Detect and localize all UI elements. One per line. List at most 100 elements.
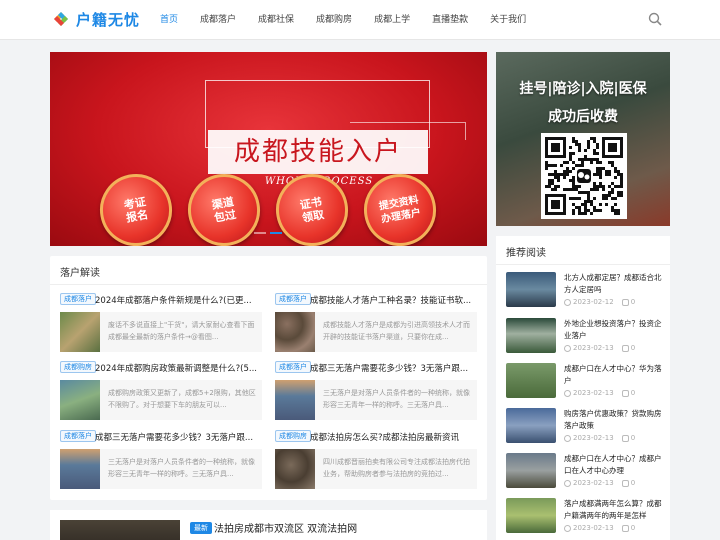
comment-count: 0	[630, 524, 636, 532]
comment-icon	[621, 298, 629, 306]
article-title[interactable]: 成都法拍房怎么买?成都法拍房最新资讯	[310, 431, 488, 443]
comment-count: 0	[630, 479, 636, 487]
article-date: 2023-02-13	[573, 344, 614, 352]
latest-article[interactable]: 最新 法拍房成都市双流区 双流法拍网	[50, 510, 487, 540]
ad-line: 成功后收费	[548, 109, 618, 125]
category-tag[interactable]: 成都购房	[60, 361, 96, 373]
article-excerpt: 三无落户是对落户人员条件者的一种统称，就像形容三无青年一样的称呼。三无落户具..…	[108, 458, 255, 478]
article-thumbnail[interactable]	[60, 380, 100, 420]
article-excerpt: 成都购房政策又更新了，成都5+2限购，其他区不限购了。对于想要下车的朋友可以..…	[108, 389, 256, 409]
article-meta: 2023-02-12 0	[564, 298, 635, 306]
article-title[interactable]: 法拍房成都市双流区 双流法拍网	[214, 520, 357, 535]
comment-icon	[621, 524, 629, 532]
clock-icon	[564, 434, 571, 442]
article-title[interactable]: 成都技能人才落户工种名录？技能证书软...	[310, 294, 488, 306]
clock-icon	[564, 524, 571, 532]
article-thumbnail[interactable]	[275, 449, 315, 489]
clock-icon	[564, 479, 571, 487]
article-title[interactable]: 成都户口在人才中心？成都户口在人才中心办理	[564, 453, 662, 477]
nav-chengdu-school[interactable]: 成都上学	[374, 0, 410, 40]
clock-icon	[564, 298, 571, 306]
divider	[496, 264, 670, 265]
article-excerpt: 四川成都晋丽拍卖有限公司专注成都法拍房代拍业务，帮助购房者参与法拍房的竞拍过..…	[323, 458, 470, 478]
article-excerpt: 三无落户是对落户人员条件者的一种统称，就像形容三无青年一样的称呼。三无落户具..…	[323, 389, 470, 409]
section-title: 推荐阅读	[506, 248, 546, 259]
clock-icon	[564, 389, 571, 397]
category-tag[interactable]: 成都落户	[60, 293, 96, 305]
nav-about[interactable]: 关于我们	[490, 0, 526, 40]
category-tag[interactable]: 成都落户	[60, 430, 96, 442]
article-meta: 2023-02-13 0	[564, 389, 635, 397]
article-title[interactable]: 成都三无落户需要花多少钱？3无落户跟...	[95, 431, 273, 443]
comment-count: 0	[630, 434, 636, 442]
ad-line: 挂号|陪诊|入院|医保	[519, 81, 647, 97]
logo-text: 户籍无忧	[76, 10, 141, 29]
article-meta: 2023-02-13 0	[564, 479, 635, 487]
comment-icon	[621, 389, 629, 397]
article-thumbnail[interactable]	[275, 380, 315, 420]
site-logo[interactable]: 户籍无忧	[50, 8, 140, 30]
step-label: 提交资料 办理落户	[378, 194, 422, 226]
article-thumbnail[interactable]	[506, 408, 556, 443]
article-title[interactable]: 成都三无落户需要花多少钱？3无落户跟...	[310, 362, 488, 374]
article-thumbnail[interactable]	[506, 453, 556, 488]
article-thumbnail[interactable]	[506, 272, 556, 307]
article-thumbnail[interactable]	[506, 498, 556, 533]
article-excerpt: 成都技能人才落户是成都为引进高领技术人才而开辟的技能证书落户渠道，只要你在成..…	[323, 321, 470, 341]
article-title[interactable]: 成都户口在人才中心？华为落户	[564, 363, 662, 387]
site-header: 户籍无忧 首页 成都落户 成都社保 成都购房 成都上学 直播垫款 关于我们	[0, 0, 720, 40]
divider	[50, 284, 487, 285]
hero-banner[interactable]: 成都技能入户 WHOLE PROCESS 考证 报名 渠道 包过 证书 领取 提…	[50, 52, 487, 246]
nav-chengdu-hukou[interactable]: 成都落户	[200, 0, 236, 40]
section-title: 落户解读	[60, 268, 100, 279]
nav-home[interactable]: 首页	[160, 0, 178, 40]
banner-title: 成都技能入户	[208, 130, 428, 174]
comment-count: 0	[630, 344, 636, 352]
article-thumbnail[interactable]	[275, 312, 315, 352]
article-date: 2023-02-12	[573, 298, 614, 306]
carousel-dot[interactable]	[270, 232, 282, 234]
comment-icon	[621, 479, 629, 487]
new-badge: 最新	[190, 522, 212, 534]
article-excerpt: 废话不多说直接上"干货"，请大家耐心查看下面成都最全最新的落户条件→@看图...	[108, 321, 255, 341]
article-meta: 2023-02-13 0	[564, 434, 635, 442]
article-title[interactable]: 落户成都满两年怎么算？成都户籍满两年的两年是怎样	[564, 498, 662, 522]
nav-chengdu-housing[interactable]: 成都购房	[316, 0, 352, 40]
banner-line	[350, 122, 465, 123]
carousel-dot[interactable]	[254, 232, 266, 234]
category-tag[interactable]: 成都落户	[275, 361, 311, 373]
article-thumbnail[interactable]	[60, 520, 180, 540]
article-thumbnail[interactable]	[60, 312, 100, 352]
nav-loan[interactable]: 直播垫款	[432, 0, 468, 40]
article-meta: 2023-02-13 0	[564, 344, 635, 352]
nav-chengdu-social-security[interactable]: 成都社保	[258, 0, 294, 40]
banner-step: 考证 报名	[94, 168, 178, 246]
qr-code	[541, 133, 627, 219]
article-title[interactable]: 北方人成都定居？成都适合北方人定居吗	[564, 272, 662, 296]
main-nav: 首页 成都落户 成都社保 成都购房 成都上学 直播垫款 关于我们	[160, 0, 548, 40]
article-title[interactable]: 外地企业想投资落户？投资企业落户	[564, 318, 662, 342]
step-label: 考证 报名	[122, 195, 150, 225]
category-tag[interactable]: 成都落户	[275, 293, 311, 305]
article-title[interactable]: 购房落户优惠政策？贷款购房落户政策	[564, 408, 662, 432]
comment-icon	[621, 344, 629, 352]
article-title[interactable]: 2024年成都购房政策最新调整是什么?(5...	[95, 362, 273, 374]
article-date: 2023-02-13	[573, 479, 614, 487]
article-date: 2023-02-13	[573, 434, 614, 442]
category-tag[interactable]: 成都购房	[275, 430, 311, 442]
article-title[interactable]: 2024年成都落户条件新规是什么?(已更...	[95, 294, 273, 306]
step-label: 渠道 包过	[210, 195, 238, 225]
qr-code-icon	[545, 137, 623, 215]
logo-icon	[54, 12, 68, 26]
search-icon[interactable]	[648, 12, 662, 26]
article-thumbnail[interactable]	[60, 449, 100, 489]
article-thumbnail[interactable]	[506, 318, 556, 353]
clock-icon	[564, 344, 571, 352]
comment-icon	[621, 434, 629, 442]
article-date: 2023-02-13	[573, 524, 614, 532]
article-thumbnail[interactable]	[506, 363, 556, 398]
step-label: 证书 领取	[298, 195, 326, 225]
article-date: 2023-02-13	[573, 389, 614, 397]
banner-line	[465, 122, 466, 140]
comment-count: 0	[630, 298, 636, 306]
